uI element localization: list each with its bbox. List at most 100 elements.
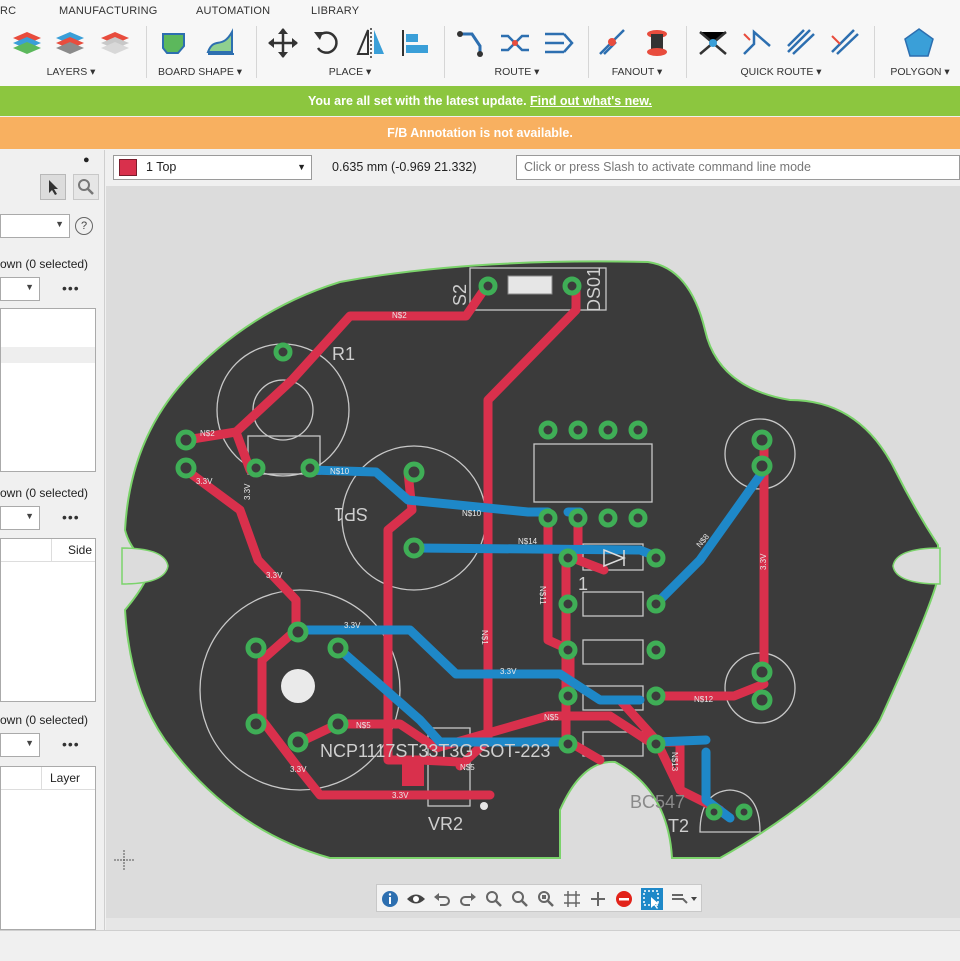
list-header: Side	[1, 539, 95, 562]
list-1	[0, 308, 96, 472]
fanout-label[interactable]: FANOUT ▾	[594, 66, 680, 78]
chevron-down-icon: ▼	[297, 162, 306, 172]
shown-count-2: own (0 selected)	[0, 486, 89, 500]
net-label: N$12	[694, 695, 714, 704]
redo-icon[interactable]	[457, 888, 479, 910]
chevron-down-icon: ▼	[25, 282, 34, 292]
buzzer-hole	[281, 669, 315, 703]
route-label[interactable]: ROUTE ▾	[450, 66, 584, 78]
rotate-icon[interactable]	[310, 26, 344, 60]
quick-route-airwire-icon[interactable]	[740, 26, 774, 60]
quick-route-signal-icon[interactable]	[828, 26, 862, 60]
move-icon[interactable]	[266, 26, 300, 60]
layers-stack-icon[interactable]	[53, 26, 87, 60]
route-diff-icon[interactable]	[498, 26, 532, 60]
tab-library[interactable]: LIBRARY	[311, 5, 359, 17]
shown-count-3: own (0 selected)	[0, 713, 89, 727]
select-tool-button[interactable]	[40, 174, 66, 200]
quick-route-bus-icon[interactable]	[784, 26, 818, 60]
layer-name: 1 Top	[146, 160, 177, 174]
select-mode-icon[interactable]	[641, 888, 663, 910]
net-label: 3.3V	[266, 571, 283, 580]
zoom-in-icon[interactable]	[483, 888, 505, 910]
quick-route-icon[interactable]	[696, 26, 730, 60]
net-label: N$10	[330, 467, 350, 476]
crosshair	[114, 850, 134, 870]
label-bc547: BC547	[630, 792, 685, 812]
board-canvas[interactable]: R1 NCP1117ST33T3G SOT-223 VR2 BC547 T2 1…	[106, 186, 960, 918]
column-layer[interactable]: Layer	[50, 771, 80, 785]
add-icon[interactable]	[587, 888, 609, 910]
view-dropdown-1[interactable]: ▼	[0, 277, 40, 301]
chevron-down-icon: ▼	[25, 511, 34, 521]
label-t2: T2	[668, 816, 689, 836]
label-ic: 1	[578, 574, 588, 594]
whats-new-link[interactable]: Find out what's new.	[530, 94, 652, 108]
board-shape-icon[interactable]	[158, 26, 192, 60]
separator	[686, 26, 687, 78]
quick-route-group: QUICK ROUTE ▾	[692, 24, 870, 82]
net-label: N$2	[392, 311, 407, 320]
quick-route-label[interactable]: QUICK ROUTE ▾	[692, 66, 870, 78]
label-s2: S2	[450, 284, 470, 306]
net-label: 3.3V	[500, 667, 517, 676]
net-label: N$14	[518, 537, 538, 546]
route-multi-icon[interactable]	[542, 26, 576, 60]
separator	[146, 26, 147, 78]
via	[480, 802, 488, 810]
more-options-3[interactable]: •••	[62, 736, 80, 752]
board-shape-label[interactable]: BOARD SHAPE ▾	[150, 66, 250, 78]
label-vr2: VR2	[428, 814, 463, 834]
more-options-1[interactable]: •••	[62, 280, 80, 296]
separator	[256, 26, 257, 78]
net-label: N$10	[462, 509, 482, 518]
left-panel: ● ▼ ? own (0 selected) ▼ ••• own (0 sele…	[0, 150, 105, 930]
polygon-label[interactable]: POLYGON ▾	[880, 66, 960, 78]
list-header: Layer	[1, 767, 95, 790]
tab-rc[interactable]: RC	[0, 5, 16, 17]
tab-manufacturing[interactable]: MANUFACTURING	[59, 5, 158, 17]
list-row[interactable]	[1, 347, 95, 363]
magnifier-icon	[78, 179, 94, 195]
fanout-icon[interactable]	[596, 26, 630, 60]
net-label: N$2	[200, 429, 215, 438]
route-icon[interactable]	[454, 26, 488, 60]
tab-automation[interactable]: AUTOMATION	[196, 5, 270, 17]
zoom-tool-button[interactable]	[73, 174, 99, 200]
collapse-icon[interactable]: ●	[83, 154, 90, 166]
mirror-icon[interactable]	[354, 26, 388, 60]
filter-dropdown[interactable]: ▼	[0, 214, 70, 238]
label-ncp: NCP1117ST33T3G SOT-223	[320, 741, 550, 761]
help-icon[interactable]: ?	[75, 217, 93, 235]
layer-select[interactable]: 1 Top ▼	[113, 155, 312, 180]
layers-label[interactable]: LAYERS ▾	[0, 66, 142, 78]
grid-icon[interactable]	[561, 888, 583, 910]
view-dropdown-3[interactable]: ▼	[0, 733, 40, 757]
place-label[interactable]: PLACE ▾	[262, 66, 438, 78]
fanout-via-icon[interactable]	[640, 26, 674, 60]
net-label: N$5	[544, 713, 559, 722]
horizontal-scrollbar[interactable]	[106, 918, 960, 930]
label-sp1: SP1	[334, 504, 368, 524]
eye-icon[interactable]	[405, 888, 427, 910]
status-bar	[0, 930, 960, 961]
zoom-out-icon[interactable]	[509, 888, 531, 910]
polygon-icon[interactable]	[902, 26, 936, 60]
label-ds01: DS01	[584, 267, 604, 312]
route-options-icon[interactable]	[669, 888, 699, 910]
layers-icon[interactable]	[10, 26, 44, 60]
align-icon[interactable]	[398, 26, 432, 60]
more-options-2[interactable]: •••	[62, 509, 80, 525]
layers-grey-icon[interactable]	[98, 26, 132, 60]
zoom-fit-icon[interactable]	[535, 888, 557, 910]
sot223-tab	[402, 760, 424, 786]
stop-icon[interactable]	[613, 888, 635, 910]
view-dropdown-2[interactable]: ▼	[0, 506, 40, 530]
board-curve-icon[interactable]	[204, 26, 238, 60]
place-group: PLACE ▾	[262, 24, 438, 82]
command-line-input[interactable]: Click or press Slash to activate command…	[516, 155, 960, 180]
column-side[interactable]: Side	[68, 543, 92, 557]
undo-icon[interactable]	[431, 888, 453, 910]
info-icon[interactable]	[379, 888, 401, 910]
pcb-board[interactable]: R1 NCP1117ST33T3G SOT-223 VR2 BC547 T2 1…	[106, 186, 960, 918]
